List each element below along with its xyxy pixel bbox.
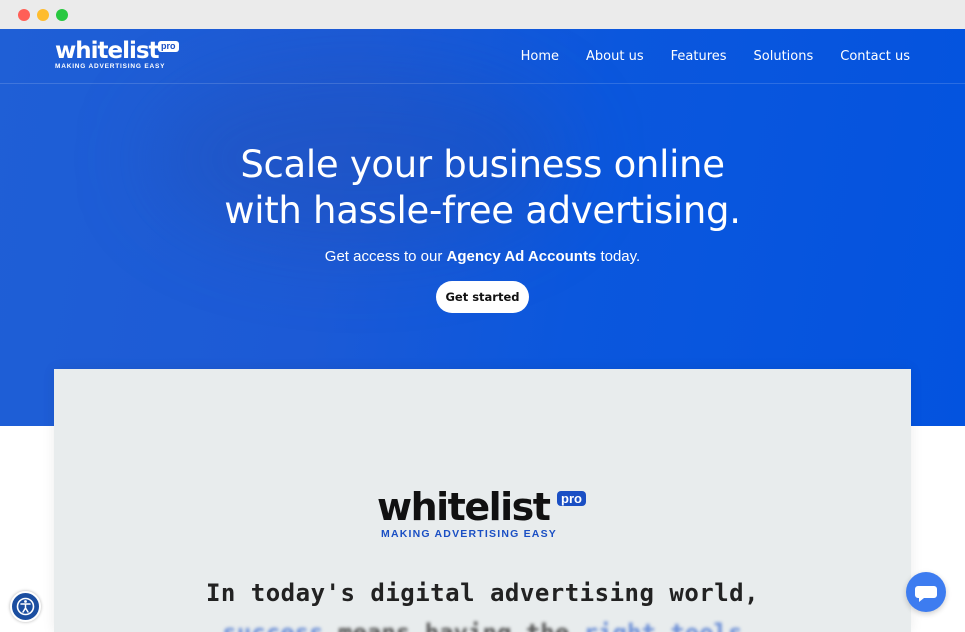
maximize-window-button[interactable]	[56, 9, 68, 21]
accessibility-button[interactable]	[10, 591, 41, 622]
nav-link-contact-us[interactable]: Contact us	[840, 49, 910, 64]
chat-button[interactable]	[906, 572, 946, 612]
hero-headline-line2: with hassle-free advertising.	[224, 189, 741, 232]
logo-pro-badge: pro	[158, 41, 179, 52]
card-subheading-highlight-2: right tools	[584, 619, 743, 632]
card-logo: whitelist pro MAKING ADVERTISING EASY	[377, 487, 592, 547]
card-subheading-highlight-1: success	[222, 619, 323, 632]
chat-bubble-icon	[915, 586, 937, 602]
card-logo-pro-badge: pro	[557, 491, 586, 506]
logo-tagline: MAKING ADVERTISING EASY	[55, 63, 166, 70]
logo-wordmark: whitelist	[55, 38, 160, 64]
hero-headline-line1: Scale your business online	[240, 143, 725, 186]
card-logo-tagline: MAKING ADVERTISING EASY	[381, 528, 557, 540]
intro-card: whitelist pro MAKING ADVERTISING EASY In…	[54, 369, 911, 632]
accessibility-icon	[16, 597, 35, 616]
card-subheading: success means having the right tools	[54, 619, 911, 632]
top-navigation: whitelist pro MAKING ADVERTISING EASY Ho…	[0, 29, 965, 84]
get-started-button[interactable]: Get started	[436, 281, 529, 313]
minimize-window-button[interactable]	[37, 9, 49, 21]
hero-subtitle-emphasis: Agency Ad Accounts	[446, 248, 597, 265]
hero-headline: Scale your business online with hassle-f…	[0, 142, 965, 234]
nav-link-about-us[interactable]: About us	[586, 49, 644, 64]
hero-subtitle-end: today.	[596, 248, 641, 265]
card-subheading-middle: means having the	[324, 619, 584, 632]
site-logo[interactable]: whitelist pro MAKING ADVERTISING EASY	[55, 38, 179, 71]
nav-link-features[interactable]: Features	[671, 49, 727, 64]
hero-subtitle-start: Get access to our	[324, 248, 447, 265]
hero-subtitle: Get access to our Agency Ad Accounts tod…	[0, 248, 965, 265]
nav-menu: Home About us Features Solutions Contact…	[521, 49, 910, 64]
card-heading: In today's digital advertising world,	[205, 579, 760, 607]
hero-section: whitelist pro MAKING ADVERTISING EASY Ho…	[0, 29, 965, 426]
nav-link-home[interactable]: Home	[521, 49, 559, 64]
window-titlebar	[0, 0, 965, 29]
close-window-button[interactable]	[18, 9, 30, 21]
nav-link-solutions[interactable]: Solutions	[754, 49, 814, 64]
